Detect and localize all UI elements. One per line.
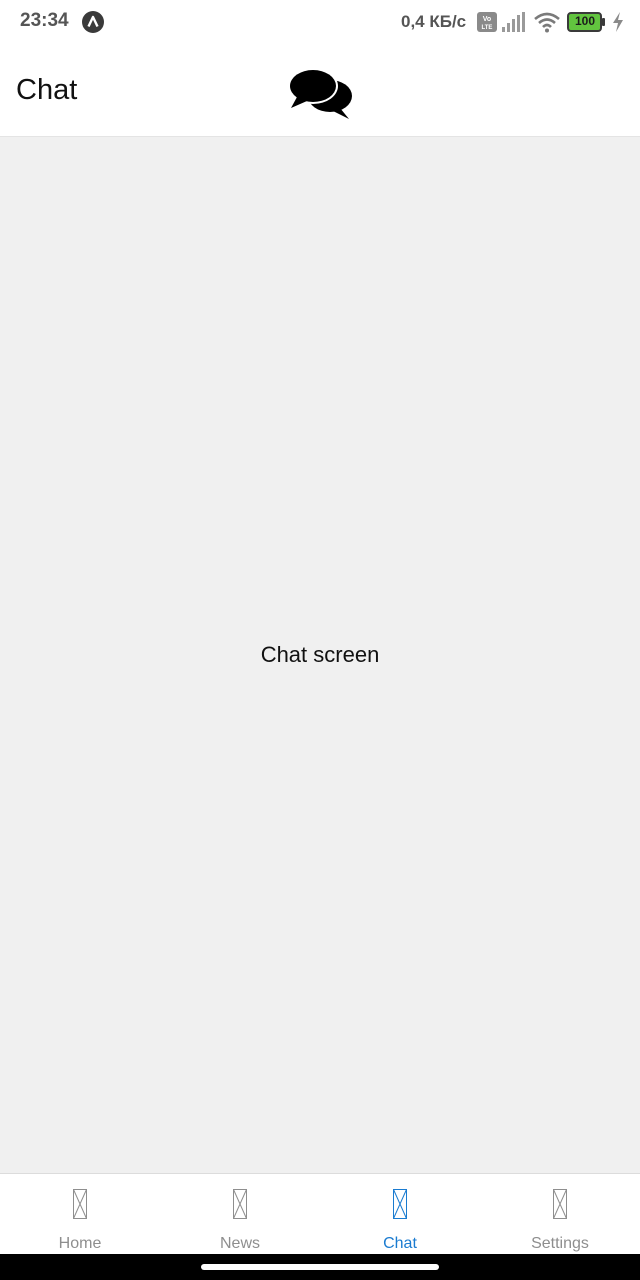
tab-settings-label: Settings <box>531 1235 589 1252</box>
tab-chat-label: Chat <box>383 1235 417 1252</box>
missing-glyph-icon <box>233 1189 247 1219</box>
missing-glyph-icon <box>553 1189 567 1219</box>
app-header: Chat <box>0 46 640 137</box>
chat-bubbles-icon <box>288 68 352 119</box>
signal-icon <box>502 12 525 32</box>
battery-level: 100 <box>574 14 596 28</box>
battery-icon: 100 <box>567 12 605 32</box>
svg-text:LTE: LTE <box>482 25 493 31</box>
system-navigation-bar <box>0 1254 640 1280</box>
missing-glyph-icon <box>73 1189 87 1219</box>
missing-glyph-icon <box>393 1189 407 1219</box>
charging-bolt-icon <box>613 12 623 32</box>
svg-text:Vo: Vo <box>483 16 491 23</box>
screen-placeholder-text: Chat screen <box>260 642 380 667</box>
page-title: Chat <box>16 74 78 106</box>
tab-news[interactable]: News <box>160 1174 320 1255</box>
home-gesture-handle[interactable] <box>201 1264 439 1270</box>
tab-news-label: News <box>219 1235 260 1252</box>
chat-screen-content: Chat screen <box>0 137 640 1173</box>
tab-settings[interactable]: Settings <box>480 1174 640 1255</box>
bottom-tab-bar: Home News Chat Settings <box>0 1173 640 1255</box>
volte-icon: Vo LTE <box>477 12 497 32</box>
tab-chat[interactable]: Chat <box>320 1174 480 1255</box>
app-notification-icon <box>82 11 104 33</box>
tab-home-label: Home <box>58 1235 102 1252</box>
status-bar: 23:34 0,4 КБ/с Vo LTE 100 <box>0 0 640 46</box>
network-speed: 0,4 КБ/с <box>401 12 467 31</box>
status-time: 23:34 <box>20 10 69 31</box>
wifi-icon <box>534 12 560 33</box>
tab-home[interactable]: Home <box>0 1174 160 1255</box>
